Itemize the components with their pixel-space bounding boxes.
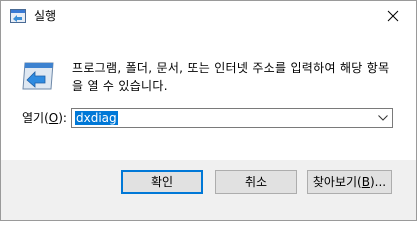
browse-button[interactable]: 찾아보기(B)... (307, 170, 392, 194)
cancel-button[interactable]: 취소 (215, 170, 297, 194)
browse-label-end: )... (369, 175, 387, 189)
run-icon (10, 9, 26, 23)
title-bar: 실행 (1, 1, 416, 31)
description-text: 프로그램, 폴더, 문서, 또는 인터넷 주소를 입력하여 해당 항목을 열 수… (72, 61, 390, 93)
open-input-value[interactable]: dxdiag (75, 111, 118, 125)
open-combobox[interactable]: dxdiag (71, 108, 393, 128)
window-title: 실행 (34, 9, 57, 23)
close-icon (387, 10, 399, 22)
browse-label: 찾아보기( (312, 175, 362, 189)
dialog-content: 프로그램, 폴더, 문서, 또는 인터넷 주소를 입력하여 해당 항목을 열 수… (1, 31, 416, 160)
button-bar: 확인 취소 찾아보기(B)... (1, 160, 416, 220)
ok-button[interactable]: 확인 (121, 170, 203, 194)
open-label-text: 열기 (22, 111, 45, 125)
run-program-icon (22, 62, 54, 90)
open-label-paren-close: ): (58, 111, 67, 125)
dropdown-button[interactable] (374, 109, 392, 127)
run-dialog: 실행 프로그램, 폴더, 문서, 또는 인터넷 주소를 입력하여 해당 항목을 … (0, 0, 417, 221)
browse-hotkey: B (361, 175, 370, 189)
open-label: 열기(O): (22, 110, 67, 126)
open-label-hotkey: O (48, 111, 59, 125)
chevron-down-icon (378, 115, 388, 121)
close-button[interactable] (370, 1, 416, 31)
